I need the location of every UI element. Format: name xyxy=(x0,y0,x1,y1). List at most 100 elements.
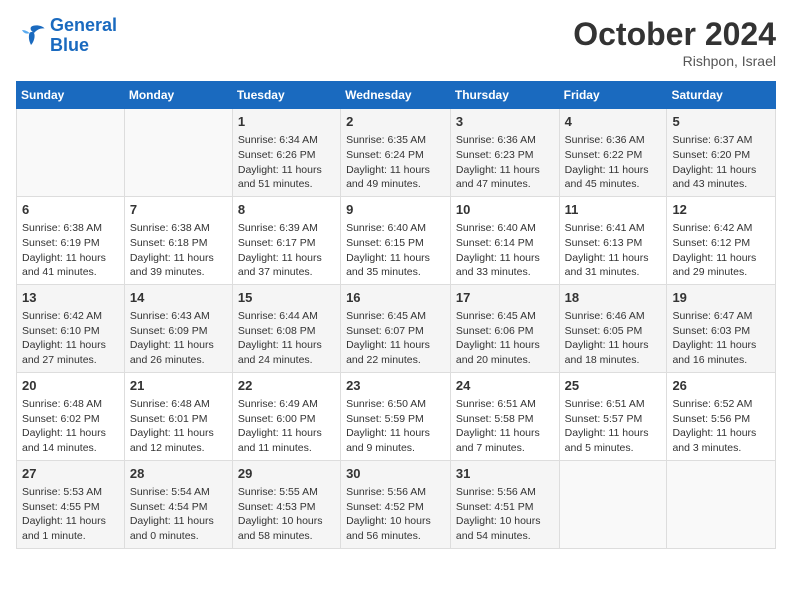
calendar-day-cell: 7Sunrise: 6:38 AMSunset: 6:18 PMDaylight… xyxy=(124,196,232,284)
day-info: Daylight: 11 hours and 37 minutes. xyxy=(238,251,335,280)
weekday-header-row: SundayMondayTuesdayWednesdayThursdayFrid… xyxy=(17,82,776,109)
day-info: Sunrise: 6:49 AM xyxy=(238,397,335,412)
day-info: Daylight: 11 hours and 11 minutes. xyxy=(238,426,335,455)
calendar-day-cell xyxy=(559,460,667,548)
day-number: 6 xyxy=(22,201,119,219)
calendar-day-cell: 14 Sunrise: 6:43 AMSunset: 6:09 PMDayligh… xyxy=(124,284,232,372)
logo: General Blue xyxy=(16,16,117,56)
day-info: Daylight: 11 hours and 7 minutes. xyxy=(456,426,554,455)
calendar-day-cell: 13Sunrise: 6:42 AMSunset: 6:10 PMDayligh… xyxy=(17,284,125,372)
calendar-day-cell: 27Sunrise: 5:53 AMSunset: 4:55 PMDayligh… xyxy=(17,460,125,548)
day-info: Sunset: 6:12 PM xyxy=(672,236,770,251)
day-info: Sunrise: 6:47 AM xyxy=(672,309,770,324)
day-info: Sunset: 5:57 PM xyxy=(565,412,662,427)
calendar-week-row: 27Sunrise: 5:53 AMSunset: 4:55 PMDayligh… xyxy=(17,460,776,548)
day-number: 31 xyxy=(456,465,554,483)
day-info: Daylight: 11 hours and 0 minutes. xyxy=(130,514,227,543)
day-info: Daylight: 11 hours and 26 minutes. xyxy=(130,338,227,367)
day-info: Daylight: 11 hours and 29 minutes. xyxy=(672,251,770,280)
day-info: Sunrise: 6:36 AM xyxy=(456,133,554,148)
day-number: 27 xyxy=(22,465,119,483)
day-info: Sunrise: 6:48 AM xyxy=(22,397,119,412)
day-number: 11 xyxy=(565,201,662,219)
calendar-day-cell: 3Sunrise: 6:36 AMSunset: 6:23 PMDaylight… xyxy=(450,109,559,197)
day-info: Sunrise: 6:41 AM xyxy=(565,221,662,236)
day-info: Sunrise: 6:52 AM xyxy=(672,397,770,412)
day-number: 2 xyxy=(346,113,445,131)
calendar-day-cell: 25Sunrise: 6:51 AMSunset: 5:57 PMDayligh… xyxy=(559,372,667,460)
day-info: Sunset: 6:05 PM xyxy=(565,324,662,339)
calendar-day-cell: 29Sunrise: 5:55 AMSunset: 4:53 PMDayligh… xyxy=(232,460,340,548)
day-info: Sunset: 4:54 PM xyxy=(130,500,227,515)
calendar-day-cell xyxy=(17,109,125,197)
day-number: 30 xyxy=(346,465,445,483)
day-info: Daylight: 11 hours and 49 minutes. xyxy=(346,163,445,192)
day-number: 29 xyxy=(238,465,335,483)
day-info: Sunset: 6:06 PM xyxy=(456,324,554,339)
day-info: Sunrise: 6:51 AM xyxy=(565,397,662,412)
calendar-day-cell: 6Sunrise: 6:38 AMSunset: 6:19 PMDaylight… xyxy=(17,196,125,284)
day-number: 24 xyxy=(456,377,554,395)
calendar-day-cell: 22Sunrise: 6:49 AMSunset: 6:00 PMDayligh… xyxy=(232,372,340,460)
day-info: Daylight: 10 hours and 54 minutes. xyxy=(456,514,554,543)
day-info: Sunset: 6:22 PM xyxy=(565,148,662,163)
day-number: 28 xyxy=(130,465,227,483)
calendar-day-cell: 26Sunrise: 6:52 AMSunset: 5:56 PMDayligh… xyxy=(667,372,776,460)
day-info: Daylight: 11 hours and 5 minutes. xyxy=(565,426,662,455)
day-number: 3 xyxy=(456,113,554,131)
day-info: Sunset: 6:10 PM xyxy=(22,324,119,339)
day-info: Daylight: 11 hours and 24 minutes. xyxy=(238,338,335,367)
day-number: 16 xyxy=(346,289,445,307)
day-info: Daylight: 10 hours and 56 minutes. xyxy=(346,514,445,543)
day-number: 18 xyxy=(565,289,662,307)
calendar-day-cell: 17Sunrise: 6:45 AMSunset: 6:06 PMDayligh… xyxy=(450,284,559,372)
calendar-table: SundayMondayTuesdayWednesdayThursdayFrid… xyxy=(16,81,776,549)
calendar-day-cell xyxy=(667,460,776,548)
calendar-day-cell: 15Sunrise: 6:44 AMSunset: 6:08 PMDayligh… xyxy=(232,284,340,372)
day-number: 5 xyxy=(672,113,770,131)
day-info: Sunset: 6:13 PM xyxy=(565,236,662,251)
day-info: Daylight: 11 hours and 39 minutes. xyxy=(130,251,227,280)
day-info: Daylight: 11 hours and 33 minutes. xyxy=(456,251,554,280)
day-info: Daylight: 11 hours and 12 minutes. xyxy=(130,426,227,455)
day-info: Sunset: 5:59 PM xyxy=(346,412,445,427)
day-number: 14 xyxy=(130,289,227,307)
weekday-header: Sunday xyxy=(17,82,125,109)
day-info: Sunset: 6:17 PM xyxy=(238,236,335,251)
day-info: Sunrise: 6:44 AM xyxy=(238,309,335,324)
calendar-day-cell: 28Sunrise: 5:54 AMSunset: 4:54 PMDayligh… xyxy=(124,460,232,548)
logo-text: General Blue xyxy=(50,16,117,56)
calendar-day-cell: 2Sunrise: 6:35 AMSunset: 6:24 PMDaylight… xyxy=(341,109,451,197)
weekday-header: Tuesday xyxy=(232,82,340,109)
day-info: Sunrise: 6:40 AM xyxy=(456,221,554,236)
weekday-header: Friday xyxy=(559,82,667,109)
day-info: Sunrise: 5:55 AM xyxy=(238,485,335,500)
day-number: 17 xyxy=(456,289,554,307)
calendar-week-row: 1 Sunrise: 6:34 AMSunset: 6:26 PM Daylight… xyxy=(17,109,776,197)
day-info: Daylight: 11 hours and 43 minutes. xyxy=(672,163,770,192)
day-info: Daylight: 11 hours and 35 minutes. xyxy=(346,251,445,280)
day-number: 1 xyxy=(238,113,335,131)
day-number: 7 xyxy=(130,201,227,219)
calendar-day-cell: 31Sunrise: 5:56 AMSunset: 4:51 PMDayligh… xyxy=(450,460,559,548)
month-year-title: October 2024 xyxy=(573,16,776,53)
day-info: Daylight: 11 hours and 1 minute. xyxy=(22,514,119,543)
day-info: Sunrise: 6:48 AM xyxy=(130,397,227,412)
day-info: Sunset: 6:09 PM xyxy=(130,324,227,339)
day-number: 23 xyxy=(346,377,445,395)
day-info: Daylight: 11 hours and 41 minutes. xyxy=(22,251,119,280)
day-info: Daylight: 11 hours and 3 minutes. xyxy=(672,426,770,455)
logo-bird-icon xyxy=(16,21,46,51)
page-header: General Blue October 2024 Rishpon, Israe… xyxy=(16,16,776,69)
day-info: Sunrise: 6:34 AM xyxy=(238,133,335,148)
day-number: 8 xyxy=(238,201,335,219)
day-info: Sunrise: 6:50 AM xyxy=(346,397,445,412)
day-info: Sunrise: 6:45 AM xyxy=(346,309,445,324)
day-number: 12 xyxy=(672,201,770,219)
day-info: Sunrise: 6:43 AM xyxy=(130,309,227,324)
calendar-day-cell: 16Sunrise: 6:45 AMSunset: 6:07 PMDayligh… xyxy=(341,284,451,372)
day-info: Sunset: 6:26 PM xyxy=(238,148,335,163)
calendar-day-cell: 20Sunrise: 6:48 AMSunset: 6:02 PMDayligh… xyxy=(17,372,125,460)
day-info: Daylight: 11 hours and 47 minutes. xyxy=(456,163,554,192)
day-info: Sunset: 6:07 PM xyxy=(346,324,445,339)
